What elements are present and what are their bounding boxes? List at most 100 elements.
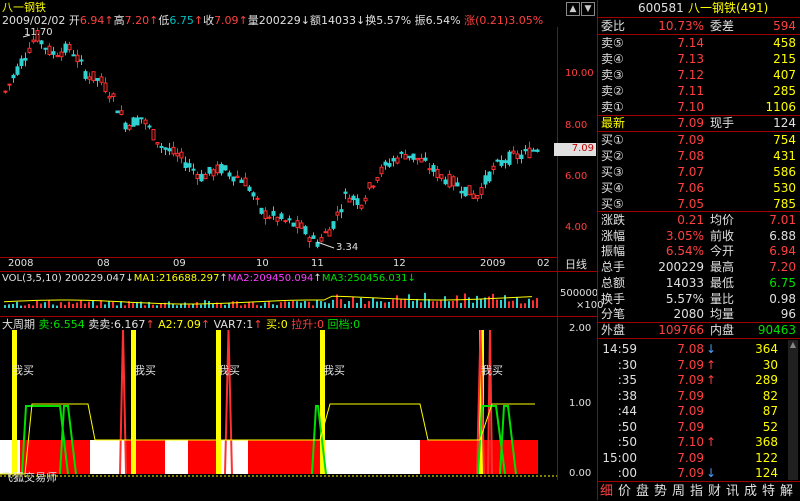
candle-body xyxy=(15,66,20,75)
candlestick-chart[interactable] xyxy=(0,27,597,271)
buy-price: 7.08 xyxy=(677,149,704,163)
candle-body xyxy=(307,237,312,243)
stat-value: 200229 xyxy=(658,260,704,275)
sell-volume: 458 xyxy=(773,36,796,50)
period-label[interactable]: 日线 xyxy=(565,258,587,271)
func-button[interactable]: 指 xyxy=(690,483,703,500)
x-label-2008: 2008 xyxy=(8,258,34,269)
func-button[interactable]: 成 xyxy=(744,483,757,500)
candle-body xyxy=(51,51,56,55)
stat-value: 5.57% xyxy=(665,291,704,306)
func-button[interactable]: 周 xyxy=(672,483,685,500)
candle-body xyxy=(167,148,172,152)
volume-bar xyxy=(96,305,98,308)
func-button[interactable]: 讯 xyxy=(726,483,739,500)
scroll-up-icon[interactable]: ▲ xyxy=(566,2,580,16)
tick-price: 7.09 xyxy=(677,388,704,403)
candle-body xyxy=(147,125,152,128)
function-bar: 细价盘势周指财讯成特解 xyxy=(597,481,800,501)
amplitude-value: 6.54% xyxy=(425,14,461,27)
candle-body xyxy=(259,207,264,214)
tick-arrow-icon: ↓ xyxy=(706,466,717,480)
volume-bar xyxy=(392,299,394,308)
buy-tag-5: 我买 xyxy=(481,364,503,377)
candle-body xyxy=(163,147,168,150)
candle-body xyxy=(75,54,80,63)
stock-name: 八一钢铁 xyxy=(2,1,46,14)
buy-level-label: 买② xyxy=(601,149,624,163)
volume-bar xyxy=(168,301,170,308)
volume-bar xyxy=(196,302,198,308)
volume-bar xyxy=(292,300,294,308)
buy-row: 买① 7.09 754 xyxy=(598,132,800,148)
stat-value: 6.75 xyxy=(769,275,796,290)
high-value: 7.20 xyxy=(124,14,150,27)
volume-bar xyxy=(412,301,414,308)
stat-value: 0.98 xyxy=(769,291,796,306)
low-value: 6.75 xyxy=(169,14,194,27)
weicha-label: 委差 xyxy=(710,19,735,33)
candle-body xyxy=(255,197,260,200)
volume-bar xyxy=(408,294,410,308)
quote-date: 2009/02/02 xyxy=(2,14,66,27)
stat-label: 分笔 xyxy=(601,307,626,322)
candle-body xyxy=(155,142,160,145)
volume-bar xyxy=(124,305,126,308)
buy-signal-bar xyxy=(12,330,17,474)
scroll-up-icon[interactable]: ▲ xyxy=(788,340,798,350)
volume-bar xyxy=(8,304,10,308)
candle-body xyxy=(287,218,292,221)
buy-price: 7.07 xyxy=(677,165,704,179)
func-button[interactable]: 财 xyxy=(708,483,721,500)
buy-row: 买② 7.08 431 xyxy=(598,148,800,164)
tick-scrollbar[interactable]: ▲ xyxy=(788,340,798,480)
candle-body xyxy=(491,165,496,171)
candle-body xyxy=(379,166,384,175)
tick-arrow-icon: ↑ xyxy=(706,435,717,449)
candle-body xyxy=(483,175,488,185)
volume-bar xyxy=(520,303,522,308)
tick-time: :38 xyxy=(617,388,637,403)
func-button[interactable]: 细 xyxy=(600,483,613,500)
volume-bar xyxy=(60,302,62,308)
inner-value: 90463 xyxy=(757,323,796,337)
vol-y-tick: 500000 xyxy=(560,288,599,299)
candle-body xyxy=(211,169,216,177)
candle-body xyxy=(455,182,460,187)
candle-body xyxy=(471,193,476,199)
candle-body xyxy=(171,146,176,155)
candle-body xyxy=(63,43,68,53)
buy-tag-1: 我买 xyxy=(12,364,34,377)
tick-time: :50 xyxy=(617,435,637,449)
chart-area[interactable]: 八一钢铁 2009/02/02 开6.94↑高7.20↑低6.75↑收7.09↑… xyxy=(0,0,603,500)
volume-bar xyxy=(64,304,66,308)
x-label-2009: 2009 xyxy=(480,258,506,269)
func-button[interactable]: 势 xyxy=(654,483,667,500)
volume-bar xyxy=(108,301,110,308)
turnover-value: 5.57% xyxy=(376,14,412,27)
volume-bar xyxy=(256,304,258,308)
func-button[interactable]: 价 xyxy=(618,483,631,500)
change-label: 涨 xyxy=(464,14,476,27)
candle-body xyxy=(515,153,520,160)
scroll-down-icon[interactable]: ▼ xyxy=(581,2,595,16)
candle-body xyxy=(227,172,232,177)
func-button[interactable]: 特 xyxy=(762,483,775,500)
y-tick-4: 4.00 xyxy=(565,222,588,233)
outer-value: 109766 xyxy=(658,323,704,337)
volume-bar xyxy=(508,301,510,308)
candle-body xyxy=(523,149,528,152)
candle-body xyxy=(263,210,268,219)
volume-bar xyxy=(380,301,382,308)
volume-bar xyxy=(276,305,278,308)
stat-value: 6.54% xyxy=(665,244,704,259)
candle-body xyxy=(231,176,236,182)
vol-current: 200229.047 xyxy=(64,273,126,284)
volume-bar xyxy=(288,301,290,308)
func-button[interactable]: 解 xyxy=(780,483,793,500)
func-button[interactable]: 盘 xyxy=(636,483,649,500)
volume-bar xyxy=(460,302,462,308)
volume-bar xyxy=(416,298,418,308)
up-arrow-icon: ↑ xyxy=(219,273,228,284)
y-tick-10: 10.00 xyxy=(565,68,594,79)
